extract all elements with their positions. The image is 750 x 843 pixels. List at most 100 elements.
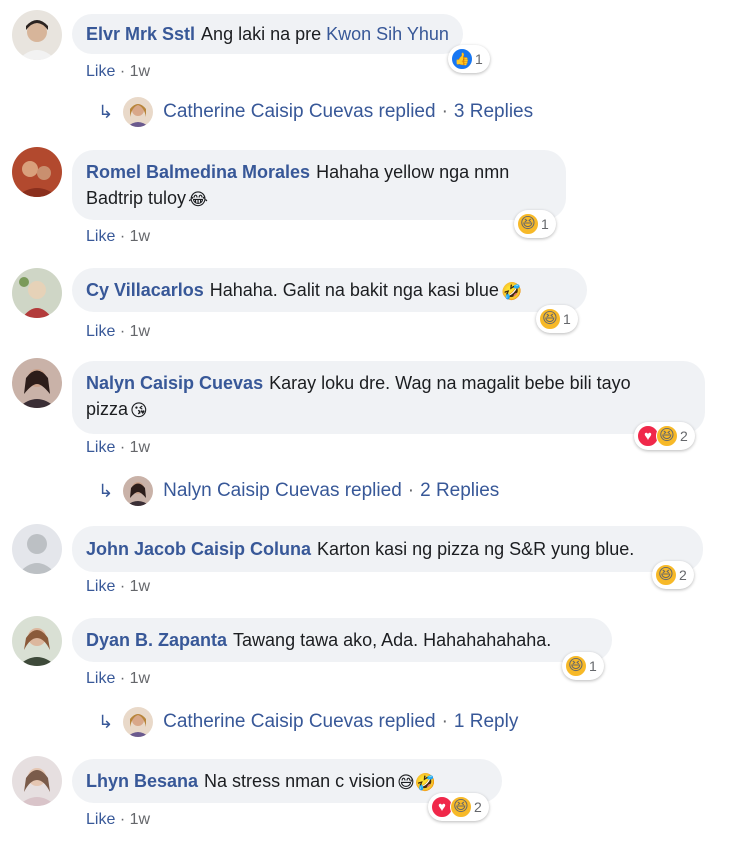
reply-avatar — [123, 476, 154, 506]
timestamp[interactable]: 1w — [130, 228, 150, 245]
comment-author[interactable]: Romel Balmedina Morales — [86, 162, 310, 182]
replies-author: Catherine Caisip Cuevas replied — [163, 711, 436, 732]
reply-separator: · — [441, 711, 448, 732]
reply-avatar — [123, 97, 154, 127]
haha-icon: 😆 — [565, 655, 587, 677]
meta-separator: · — [119, 578, 126, 595]
haha-icon: 😆 — [450, 796, 472, 818]
meta-separator: · — [119, 811, 126, 828]
replies-author: Nalyn Caisip Cuevas replied — [163, 480, 402, 501]
reaction-summary[interactable]: 😆 1 — [514, 210, 556, 238]
comment-meta: Like · 1w — [86, 438, 150, 458]
timestamp[interactable]: 1w — [130, 439, 150, 456]
comment-bubble: Romel Balmedina Morales Hahaha yellow nga… — [72, 150, 566, 220]
avatar[interactable] — [12, 10, 62, 60]
comment-meta: Like · 1w — [86, 810, 150, 830]
haha-icon: 😆 — [655, 564, 677, 586]
reaction-summary[interactable]: ♥ 😆 2 — [634, 422, 695, 450]
mention-link[interactable]: Kwon Sih Yhun — [326, 24, 449, 44]
comment-bubble: Cy Villacarlos Hahaha. Galit na bakit nga… — [72, 268, 587, 312]
comment-text: Hahaha yellow nga nmn — [316, 162, 510, 182]
meta-separator: · — [119, 670, 126, 687]
meta-separator: · — [119, 63, 126, 80]
replies-link[interactable]: ↳ Nalyn Caisip Cuevas replied · 2 Replie… — [98, 476, 499, 506]
like-button[interactable]: Like — [86, 811, 115, 828]
comment-text: Ang laki na pre — [201, 24, 322, 44]
comment-meta: Like · 1w — [86, 227, 150, 247]
laughing-emoji: 😂 — [188, 190, 208, 209]
comment-text: Karay loku dre. Wag na magalit bebe bili… — [269, 373, 631, 393]
replies-link[interactable]: ↳ Catherine Caisip Cuevas replied · 3 Re… — [98, 97, 533, 127]
haha-icon: 😆 — [656, 425, 678, 447]
meta-separator: · — [119, 439, 126, 456]
replies-link[interactable]: ↳ Catherine Caisip Cuevas replied · 1 Re… — [98, 707, 518, 737]
timestamp[interactable]: 1w — [130, 811, 150, 828]
like-button[interactable]: Like — [86, 578, 115, 595]
comment-author[interactable]: Dyan B. Zapanta — [86, 630, 227, 650]
reaction-summary[interactable]: 😆 2 — [652, 561, 694, 589]
comment-meta: Like · 1w — [86, 62, 150, 82]
comment-author[interactable]: Cy Villacarlos — [86, 280, 204, 300]
comment-text: Na stress nman c vision — [204, 771, 396, 791]
like-button[interactable]: Like — [86, 439, 115, 456]
comment-text: Hahaha. Galit na bakit nga kasi blue — [209, 280, 499, 300]
avatar[interactable] — [12, 147, 62, 197]
timestamp[interactable]: 1w — [130, 63, 150, 80]
reaction-summary[interactable]: 😆 1 — [562, 652, 604, 680]
comment-author[interactable]: John Jacob Caisip Coluna — [86, 539, 311, 559]
comment-bubble: Elvr Mrk Sstl Ang laki na pre Kwon Sih Yh… — [72, 14, 463, 54]
avatar[interactable] — [12, 524, 62, 574]
comment-author[interactable]: Lhyn Besana — [86, 771, 198, 791]
haha-icon: 😆 — [517, 213, 539, 235]
reaction-count: 1 — [475, 51, 483, 67]
reply-arrow-icon: ↳ — [98, 101, 114, 122]
comment-text: Tawang tawa ako, Ada. Hahahahahaha. — [233, 630, 552, 650]
timestamp[interactable]: 1w — [130, 578, 150, 595]
meta-separator: · — [119, 228, 126, 245]
avatar[interactable] — [12, 358, 62, 408]
reply-arrow-icon: ↳ — [98, 480, 114, 501]
reply-count: 1 Reply — [453, 711, 519, 732]
reaction-count: 1 — [589, 658, 597, 674]
like-button[interactable]: Like — [86, 323, 115, 340]
kiss-emoji: 😘 — [130, 401, 148, 420]
comment-bubble: Nalyn Caisip Cuevas Karay loku dre. Wag n… — [72, 361, 705, 434]
comment-meta: Like · 1w — [86, 669, 150, 689]
comment-meta: Like · 1w — [86, 577, 150, 597]
reaction-count: 2 — [679, 567, 687, 583]
reply-separator: · — [441, 101, 448, 122]
comment-meta: Like · 1w — [86, 322, 150, 342]
haha-icon: 😆 — [539, 308, 561, 330]
like-button[interactable]: Like — [86, 63, 115, 80]
avatar[interactable] — [12, 268, 62, 318]
comment-author[interactable]: Elvr Mrk Sstl — [86, 24, 195, 44]
like-button[interactable]: Like — [86, 228, 115, 245]
avatar[interactable] — [12, 616, 62, 666]
rofl-emoji: 🤣 — [500, 282, 523, 301]
reaction-count: 2 — [680, 428, 688, 444]
reply-avatar — [123, 707, 154, 737]
comment-text-line2: Badtrip tuloy — [86, 188, 187, 208]
reply-separator: · — [407, 480, 415, 501]
reaction-summary[interactable]: ♥ 😆 2 — [428, 793, 489, 821]
reaction-count: 1 — [541, 216, 549, 232]
timestamp[interactable]: 1w — [130, 670, 150, 687]
reaction-count: 2 — [474, 799, 482, 815]
timestamp[interactable]: 1w — [130, 323, 150, 340]
reaction-summary[interactable]: 👍 1 — [448, 45, 490, 73]
like-icon: 👍 — [451, 48, 473, 70]
comment-text-line2: pizza — [86, 399, 129, 419]
comment-text: Karton kasi ng pizza ng S&R yung blue. — [317, 539, 635, 559]
reaction-summary[interactable]: 😆 1 — [536, 305, 578, 333]
sweat-laugh-emoji: 😅🤣 — [397, 773, 437, 792]
reply-count: 2 Replies — [420, 480, 500, 501]
avatar[interactable] — [12, 756, 62, 806]
meta-separator: · — [119, 323, 126, 340]
replies-author: Catherine Caisip Cuevas replied — [163, 101, 436, 122]
reaction-count: 1 — [563, 311, 571, 327]
comment-bubble: Dyan B. Zapanta Tawang tawa ako, Ada. Hah… — [72, 618, 612, 662]
like-button[interactable]: Like — [86, 670, 115, 687]
reply-arrow-icon: ↳ — [98, 711, 114, 732]
comment-author[interactable]: Nalyn Caisip Cuevas — [86, 373, 263, 393]
comment-bubble: John Jacob Caisip Coluna Karton kasi ng p… — [72, 526, 703, 572]
